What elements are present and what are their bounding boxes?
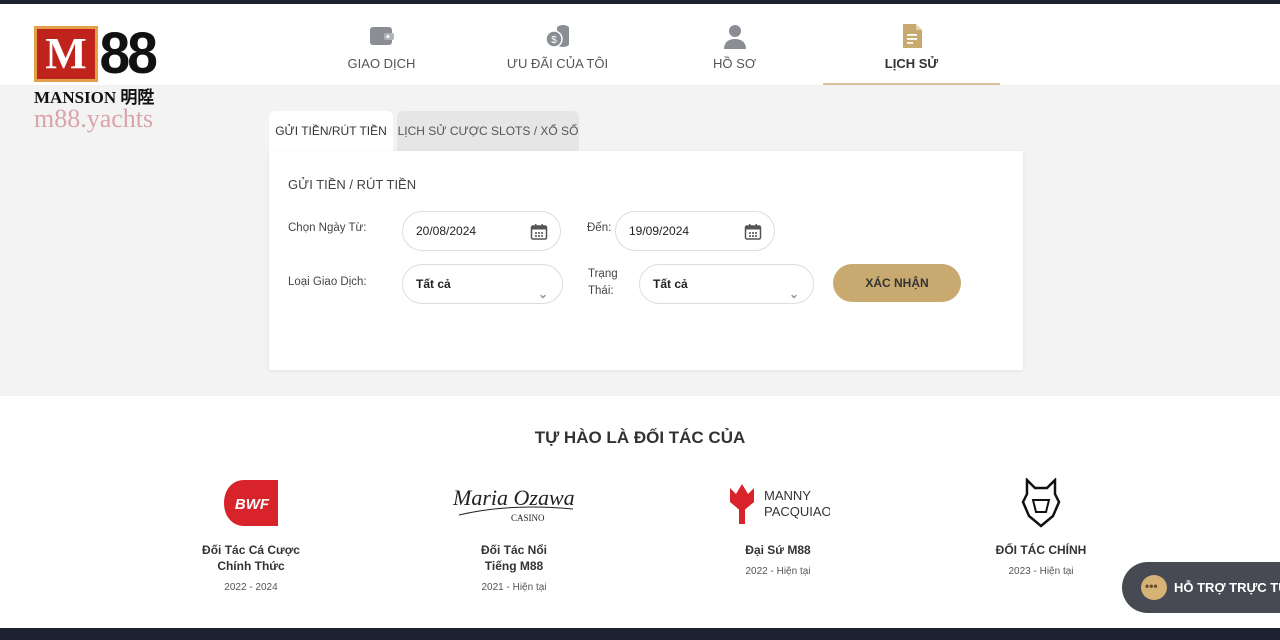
partners-title: TỰ HÀO LÀ ĐỐI TÁC CỦA bbox=[534, 428, 746, 447]
svg-text:$: $ bbox=[551, 35, 557, 46]
nav-label: ƯU ĐÃI CỦA TÔI bbox=[506, 56, 609, 71]
status-value: Tất cả bbox=[653, 277, 688, 291]
card-title: GỬI TIỀN / RÚT TIỀN bbox=[288, 177, 417, 192]
chevron-down-icon: ⌄ bbox=[537, 287, 548, 301]
nav-label: HỒ SƠ bbox=[713, 56, 756, 71]
partner-years: 2021 - Hiện tại bbox=[481, 582, 547, 593]
svg-text:Maria Ozawa: Maria Ozawa bbox=[452, 485, 575, 510]
chat-bubble-icon bbox=[1141, 562, 1167, 612]
nav-lich-su[interactable]: LỊCH SỬ bbox=[823, 4, 1000, 85]
nav-label: GIAO DỊCH bbox=[347, 56, 416, 71]
calendar-icon[interactable] bbox=[744, 223, 762, 241]
tab-gui-rut-tien[interactable]: GỬI TIỀN/RÚT TIỀN bbox=[269, 111, 393, 151]
bwf-logo: BWF bbox=[224, 480, 278, 526]
from-date-value: 20/08/2024 bbox=[416, 224, 477, 238]
partner-name: Đối Tác Cá Cược bbox=[202, 543, 300, 557]
to-date-label: Đến: bbox=[587, 222, 612, 234]
nav-uu-dai[interactable]: $ ƯU ĐÃI CỦA TÔI bbox=[469, 4, 646, 85]
confirm-button[interactable]: XÁC NHẬN bbox=[833, 264, 961, 302]
tab-lich-su-cuoc[interactable]: LỊCH SỬ CƯỢC SLOTS / XỔ SỐ bbox=[397, 111, 579, 151]
svg-text:MANNY: MANNY bbox=[764, 488, 811, 503]
nav-giao-dich[interactable]: GIAO DỊCH bbox=[293, 4, 470, 85]
partner-bwf: BWF Đối Tác Cá Cược Chính Thức 2022 - 202… bbox=[151, 478, 351, 593]
transaction-type-select[interactable]: Tất cả ⌄ bbox=[402, 264, 563, 304]
svg-text:CASINO: CASINO bbox=[511, 513, 545, 523]
transaction-type-value: Tất cả bbox=[416, 277, 451, 291]
partner-years: 2023 - Hiện tại bbox=[1008, 566, 1074, 577]
support-label: HỖ TRỢ TRỰC TUYẾN bbox=[1174, 580, 1280, 595]
partner-years: 2022 - Hiện tại bbox=[745, 566, 811, 577]
status-label-line2: Thái: bbox=[588, 285, 614, 297]
partner-name: Tiếng M88 bbox=[484, 559, 544, 573]
transaction-type-label: Loại Giao Dịch: bbox=[288, 276, 367, 288]
brand-logo[interactable]: M 88 MANSION 明陞 m88.yachts bbox=[34, 21, 168, 133]
calendar-icon[interactable] bbox=[530, 223, 548, 241]
from-date-input[interactable]: 20/08/2024 bbox=[402, 211, 561, 251]
partner-manny-pacquiao: MANNY PACQUIAO Đại Sứ M88 2022 - Hiện tại bbox=[678, 478, 878, 577]
user-icon bbox=[723, 25, 746, 49]
filter-card: GỬI TIỀN / RÚT TIỀN Chọn Ngày Từ: 20/08/… bbox=[269, 151, 1023, 370]
partner-maria-ozawa: Maria Ozawa CASINO Đối Tác Nổi Tiếng M88 2… bbox=[414, 478, 614, 593]
chevron-down-icon: ⌄ bbox=[788, 287, 799, 301]
partner-name: Đối Tác Nổi bbox=[480, 543, 547, 557]
maria-ozawa-casino-logo: Maria Ozawa CASINO bbox=[452, 485, 575, 523]
g2-logo bbox=[1021, 478, 1061, 528]
partner-name: ĐỐI TÁC CHÍNH bbox=[995, 543, 1087, 557]
live-support-button[interactable]: HỖ TRỢ TRỰC TUYẾN bbox=[1122, 562, 1280, 613]
document-icon bbox=[902, 24, 922, 48]
coins-icon: $ bbox=[544, 25, 569, 48]
logo-88: 88 bbox=[99, 21, 157, 86]
svg-text:BWF: BWF bbox=[235, 496, 270, 513]
status-label-line1: Trạng bbox=[588, 268, 618, 280]
to-date-input[interactable]: 19/09/2024 bbox=[615, 211, 775, 251]
from-date-label: Chọn Ngày Từ: bbox=[288, 222, 367, 234]
nav-label: LỊCH SỬ bbox=[884, 56, 939, 71]
manny-pacquiao-logo: MANNYPACQUIAO bbox=[730, 484, 830, 524]
watermark-url: m88.yachts bbox=[34, 104, 154, 133]
wallet-icon bbox=[369, 27, 394, 45]
logo-m-mark: M bbox=[34, 26, 98, 82]
nav-ho-so[interactable]: HỒ SƠ bbox=[646, 4, 823, 85]
to-date-value: 19/09/2024 bbox=[629, 224, 690, 238]
status-label: Trạng Thái: bbox=[588, 266, 618, 300]
partner-years: 2022 - 2024 bbox=[224, 582, 278, 593]
status-select[interactable]: Tất cả ⌄ bbox=[639, 264, 814, 304]
partner-g2: ĐỐI TÁC CHÍNH 2023 - Hiện tại bbox=[941, 478, 1141, 577]
footer-bar bbox=[0, 628, 1280, 640]
partner-name: Đại Sứ M88 bbox=[745, 543, 811, 557]
partner-name: Chính Thức bbox=[217, 559, 285, 573]
svg-text:PACQUIAO: PACQUIAO bbox=[764, 504, 830, 519]
